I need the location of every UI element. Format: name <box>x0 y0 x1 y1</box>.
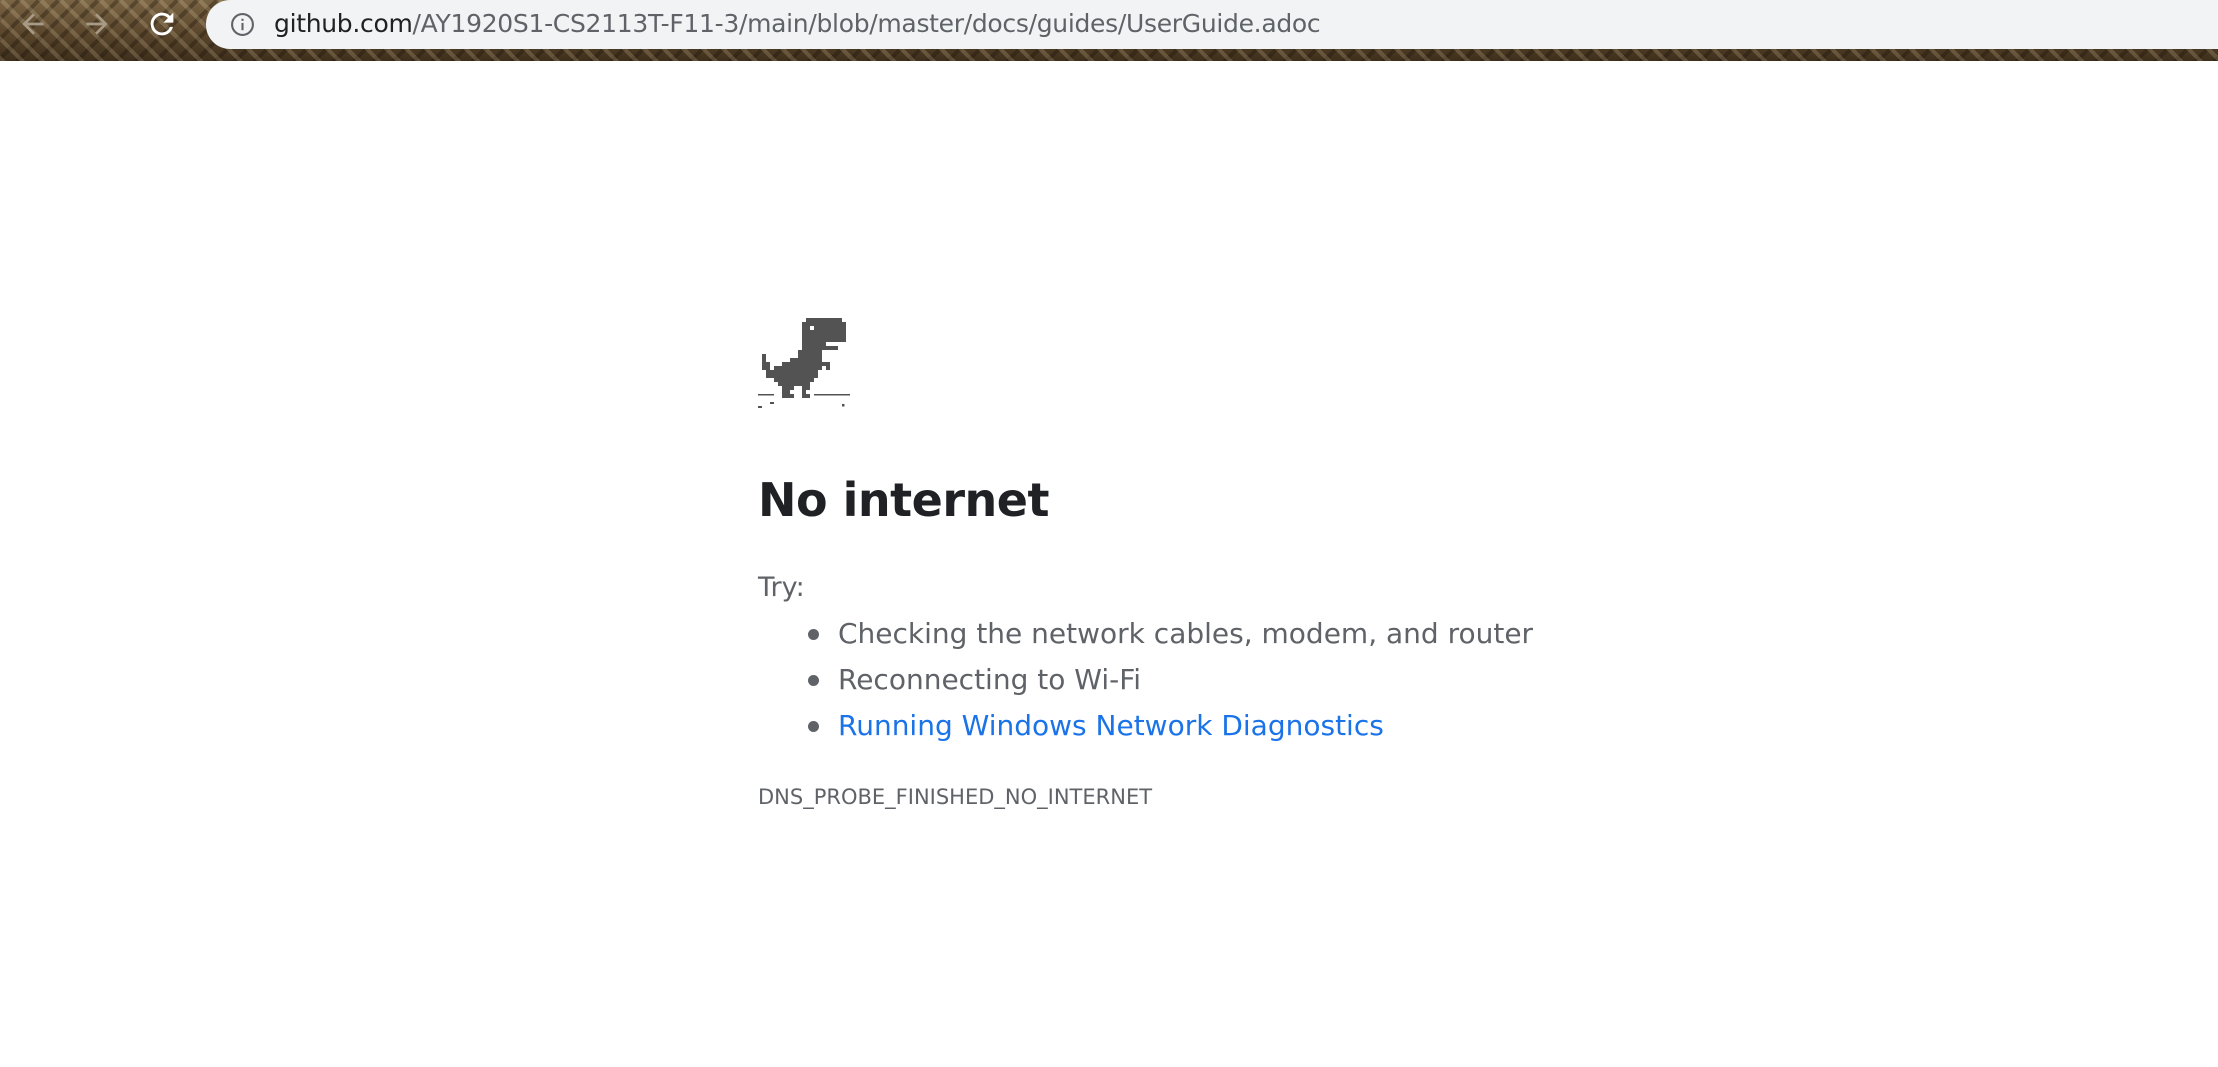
try-label: Try: <box>758 572 805 603</box>
suggestion-item: Reconnecting to Wi-Fi <box>758 660 1533 706</box>
error-code: DNS_PROBE_FINISHED_NO_INTERNET <box>758 785 1153 809</box>
error-heading: No internet <box>758 473 1049 527</box>
browser-toolbar: github.com/AY1920S1-CS2113T-F11-3/main/b… <box>0 0 2218 61</box>
arrow-left-icon <box>22 13 44 35</box>
network-diagnostics-link[interactable]: Running Windows Network Diagnostics <box>838 709 1384 742</box>
reload-icon <box>150 12 174 36</box>
suggestion-item: Checking the network cables, modem, and … <box>758 614 1533 660</box>
reload-button[interactable] <box>142 4 182 44</box>
suggestion-list: Checking the network cables, modem, and … <box>758 614 1533 752</box>
suggestion-text: Checking the network cables, modem, and … <box>838 617 1534 650</box>
back-button[interactable] <box>13 4 53 44</box>
offline-dino-icon[interactable] <box>758 318 850 410</box>
suggestion-item: Running Windows Network Diagnostics <box>758 706 1533 752</box>
forward-button[interactable] <box>77 4 117 44</box>
url-host: github.com <box>274 9 413 38</box>
url-path: /AY1920S1-CS2113T-F11-3/main/blob/master… <box>412 9 1321 38</box>
url-text[interactable]: github.com/AY1920S1-CS2113T-F11-3/main/b… <box>274 9 1321 39</box>
suggestion-text: Reconnecting to Wi-Fi <box>838 663 1142 696</box>
arrow-right-icon <box>86 13 108 35</box>
info-icon[interactable] <box>230 12 255 37</box>
address-bar[interactable]: github.com/AY1920S1-CS2113T-F11-3/main/b… <box>206 0 2218 49</box>
